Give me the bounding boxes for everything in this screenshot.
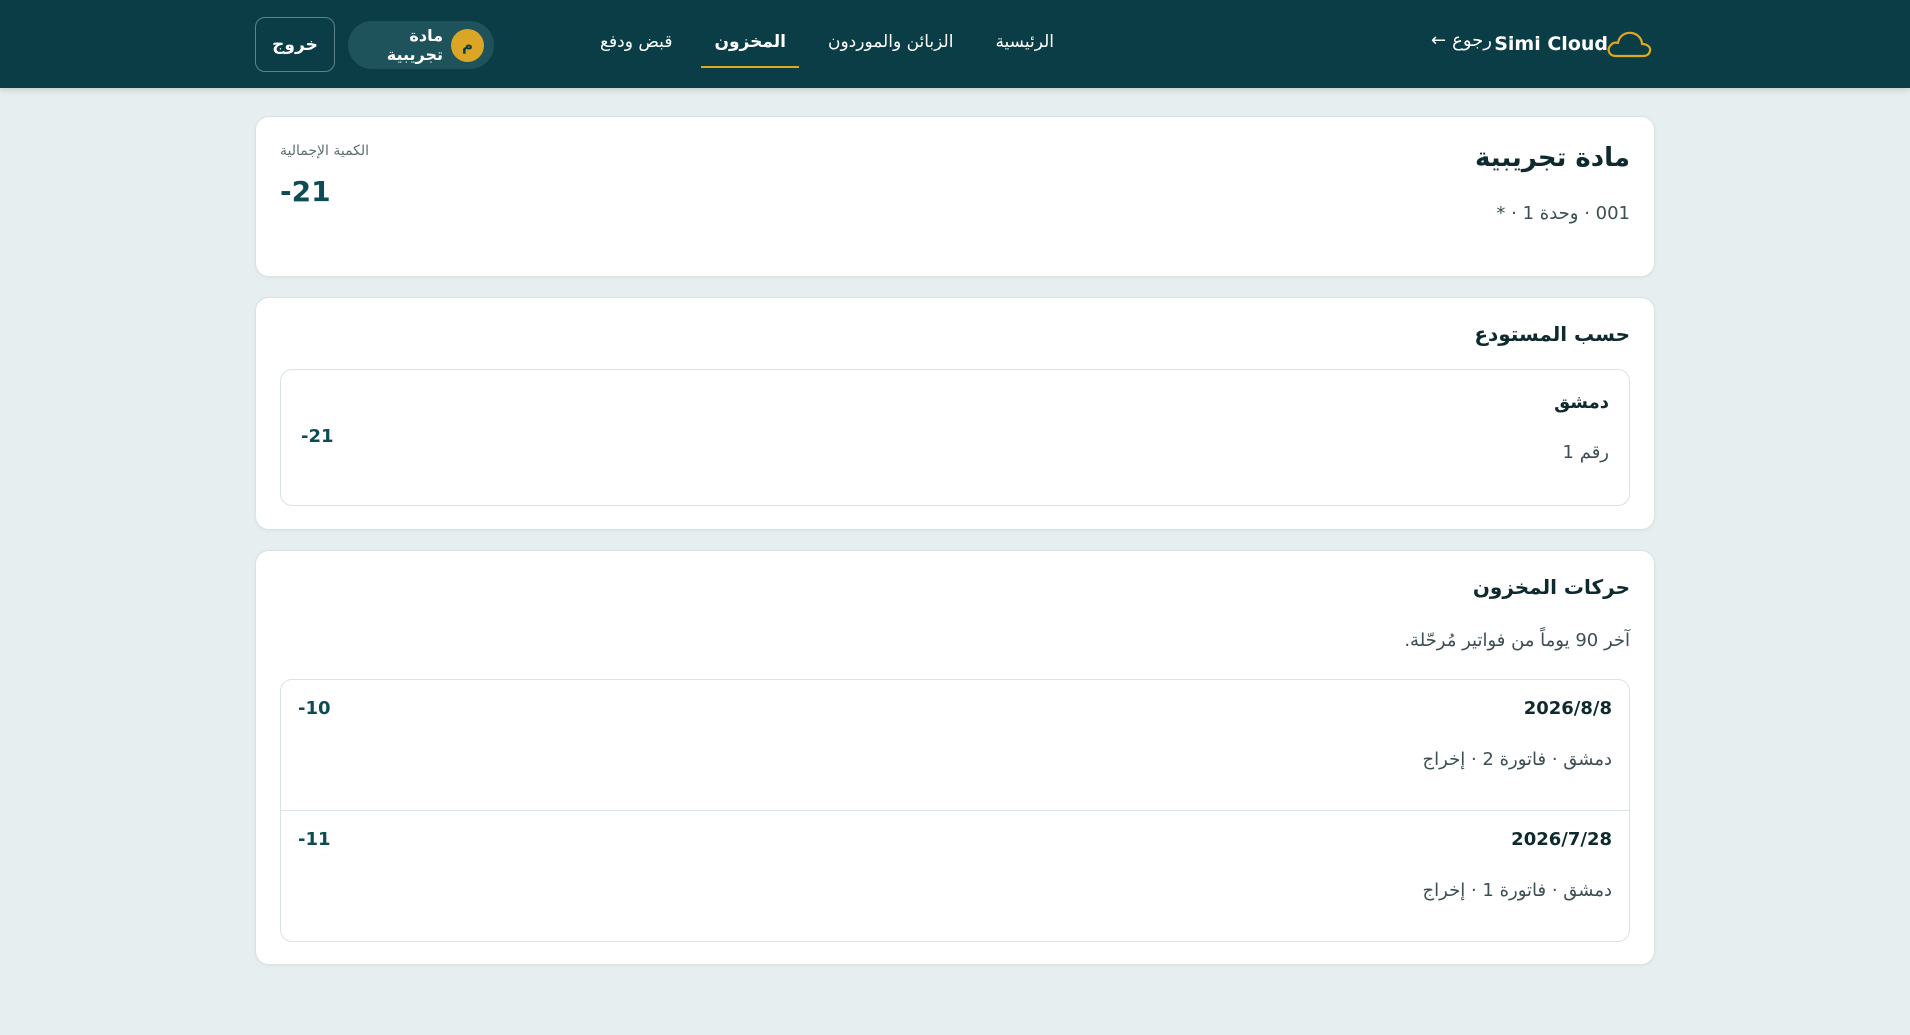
page-title: مادة تجريبية [1474, 143, 1630, 173]
nav-item-customers-suppliers[interactable]: الزبائن والموردون [815, 22, 966, 68]
list-item: 2026/7/28 دمشق · فاتورة 1 · إخراج -11 [281, 811, 1629, 941]
stock-movements-card: حركات المخزون آخر 90 يوماً من فواتير مُر… [255, 550, 1655, 965]
total-quantity-value: -21 [280, 175, 331, 208]
brand-logo[interactable]: Simi Cloud [1494, 20, 1654, 68]
list-item: 2026/8/8 دمشق · فاتورة 2 · إخراج -10 [281, 680, 1629, 811]
movement-quantity: -11 [298, 829, 331, 850]
nav-item-home[interactable]: الرئيسية [982, 22, 1067, 68]
movement-detail: دمشق · فاتورة 2 · إخراج [1422, 749, 1612, 770]
warehouse-item: دمشق رقم 1 -21 [280, 369, 1630, 506]
product-meta: 001 · وحدة 1 · * [1496, 203, 1630, 224]
logout-button[interactable]: خروج [255, 17, 335, 72]
brand-name: Simi Cloud [1494, 33, 1608, 55]
warehouse-number: رقم 1 [1562, 442, 1609, 463]
avatar: م [451, 28, 484, 62]
section-title-warehouses: حسب المستودع [1474, 322, 1630, 346]
back-label: رجوع [1452, 30, 1492, 51]
product-summary-card: مادة تجريبية 001 · وحدة 1 · * الكمية الإ… [255, 116, 1655, 277]
back-link[interactable]: رجوع ← [1431, 30, 1492, 51]
nav-item-inventory[interactable]: المخزون [701, 22, 799, 68]
nav-item-receipts-payments[interactable]: قبض ودفع [587, 22, 685, 68]
warehouse-quantity: -21 [301, 426, 334, 447]
movement-date: 2026/8/8 [1523, 698, 1612, 719]
by-warehouse-card: حسب المستودع دمشق رقم 1 -21 [255, 297, 1655, 530]
warehouse-name: دمشق [1554, 392, 1609, 413]
section-title-movements: حركات المخزون [1472, 575, 1630, 599]
top-navbar: Simi Cloud رجوع ← الرئيسية الزبائن والمو… [0, 0, 1910, 88]
total-quantity-label: الكمية الإجمالية [280, 143, 370, 159]
cloud-icon [1607, 31, 1652, 58]
user-menu[interactable]: م مادة تجريبية [348, 21, 494, 69]
main-nav: الرئيسية الزبائن والموردون المخزون قبض و… [587, 22, 1067, 68]
movements-subtitle: آخر 90 يوماً من فواتير مُرحّلة. [1404, 630, 1630, 651]
movement-quantity: -10 [298, 698, 331, 719]
movements-list: 2026/8/8 دمشق · فاتورة 2 · إخراج -10 202… [280, 679, 1630, 942]
movement-date: 2026/7/28 [1511, 829, 1612, 850]
movement-detail: دمشق · فاتورة 1 · إخراج [1422, 880, 1612, 901]
user-name: مادة تجريبية [386, 26, 443, 64]
arrow-left-icon: ← [1431, 30, 1447, 51]
